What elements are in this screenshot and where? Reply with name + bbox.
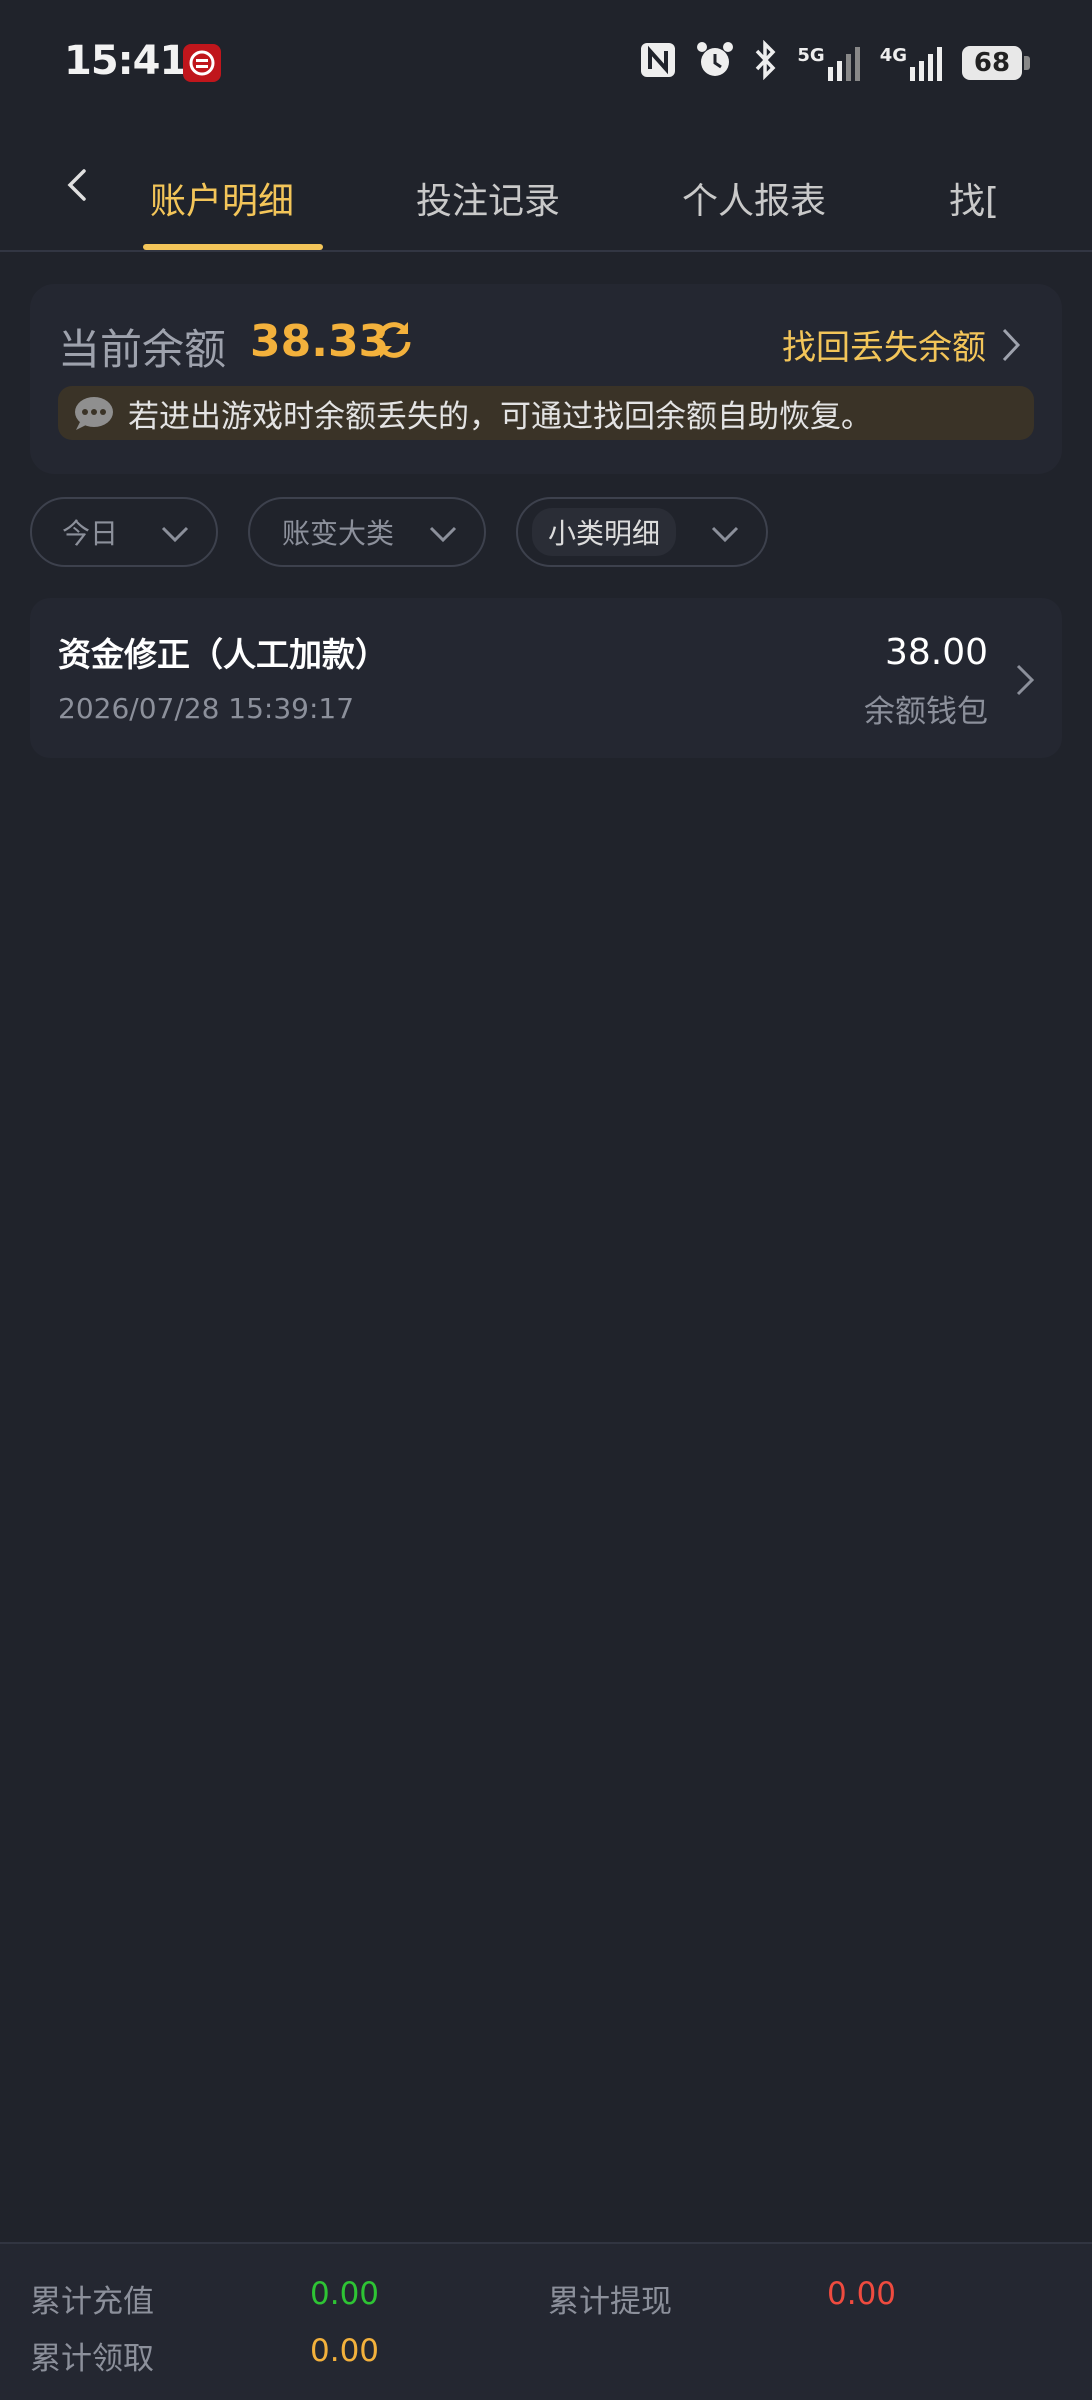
filter-category-dropdown[interactable]: 账变大类 [248, 497, 486, 567]
nfc-icon [639, 41, 677, 85]
filter-date-dropdown[interactable]: 今日 [30, 497, 218, 567]
battery-icon: 68 [962, 46, 1030, 80]
claim-label: 累计领取 [30, 2341, 154, 2377]
tab-bet-records[interactable]: 投注记录 [416, 172, 560, 224]
refresh-icon[interactable] [370, 316, 418, 364]
back-button[interactable] [58, 165, 98, 205]
record-wallet: 余额钱包 [864, 694, 988, 730]
signal-4g-icon: 4G [880, 45, 944, 81]
filter-category-label: 账变大类 [282, 517, 395, 550]
balance-card [30, 284, 1062, 474]
withdraw-label: 累计提现 [548, 2284, 672, 2320]
chevron-right-icon [1002, 328, 1021, 361]
balance-label: 当前余额 [58, 325, 227, 374]
status-icons: 5G 4G 68 [639, 39, 1030, 86]
tab-personal-report[interactable]: 个人报表 [682, 172, 826, 224]
recharge-label: 累计充值 [30, 2284, 154, 2320]
network-label-4g: 4G [879, 45, 907, 66]
bluetooth-icon [753, 39, 779, 86]
withdraw-value: 0.00 [827, 2276, 897, 2312]
claim-value: 0.00 [310, 2333, 380, 2369]
chevron-right-icon [1016, 664, 1035, 696]
balance-value: 38.33 [250, 316, 390, 367]
summary-footer [0, 2242, 1092, 2400]
chevron-down-icon [429, 526, 457, 543]
filter-date-label: 今日 [62, 517, 119, 550]
record-amount: 38.00 [884, 632, 988, 673]
signal-5g-icon: 5G [797, 45, 861, 81]
filter-subcategory-dropdown[interactable]: 小类明细 [516, 497, 768, 567]
chat-bubble-icon [75, 397, 113, 430]
chevron-left-icon [67, 169, 86, 201]
notice-text: 若进出游戏时余额丢失的，可通过找回余额自助恢复。 [128, 398, 872, 435]
list-item[interactable] [30, 598, 1062, 758]
notice-bar: 若进出游戏时余额丢失的，可通过找回余额自助恢复。 [58, 386, 1034, 440]
chevron-down-icon [161, 526, 189, 543]
status-time: 15:41 [64, 38, 187, 84]
recover-balance-link[interactable]: 找回丢失余额 [782, 320, 1022, 369]
bank-app-icon [183, 44, 221, 82]
network-label-5g: 5G [797, 45, 825, 66]
record-time: 2026/07/28 15:39:17 [58, 692, 355, 725]
chevron-down-icon [711, 526, 739, 543]
tabs-divider [0, 250, 1092, 252]
tab-recover[interactable]: 找[ [949, 172, 999, 224]
alarm-icon [695, 40, 735, 86]
record-title: 资金修正（人工加款） [58, 635, 388, 674]
recover-balance-label: 找回丢失余额 [782, 328, 986, 368]
filter-subcategory-label: 小类明细 [532, 508, 677, 556]
tab-account-detail[interactable]: 账户明细 [150, 172, 294, 224]
recharge-value: 0.00 [310, 2276, 380, 2312]
